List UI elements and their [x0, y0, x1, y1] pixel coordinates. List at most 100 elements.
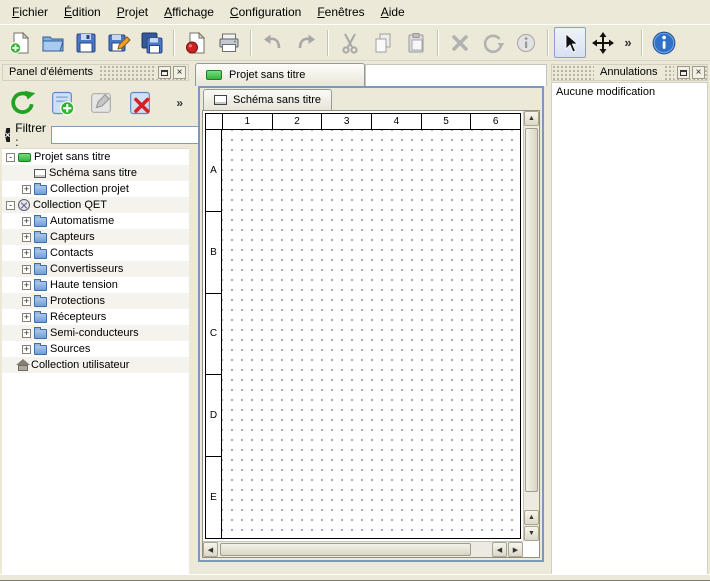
close-panel-button[interactable]: × [692, 66, 705, 79]
expander-icon[interactable]: + [22, 313, 31, 322]
expander-icon[interactable]: + [22, 217, 31, 226]
undo-button[interactable] [257, 27, 289, 58]
tab-schema-sans-titre[interactable]: Schéma sans titre [203, 89, 332, 110]
tab-projet-sans-titre[interactable]: Projet sans titre [195, 63, 365, 86]
tree-item-haute-tension[interactable]: + Haute tension [2, 277, 189, 293]
scroll-up-button[interactable]: ▲ [524, 111, 539, 126]
float-panel-button[interactable] [677, 66, 690, 79]
scroll-down-button[interactable]: ▼ [524, 526, 539, 541]
tree-item-label: Schéma sans titre [49, 167, 137, 179]
rotate-selection-button[interactable] [477, 27, 509, 58]
tree-item-contacts[interactable]: + Contacts [2, 245, 189, 261]
elements-panel-titlebar[interactable]: Panel d'éléments × [2, 64, 189, 81]
diagram-frame: 1 2 3 4 5 6 A B C D [205, 113, 521, 539]
cut-button[interactable] [334, 27, 366, 58]
schema-grid-area[interactable] [222, 130, 520, 538]
scroll-left-button[interactable]: ◀ [203, 542, 218, 557]
tree-item-label: Sources [50, 343, 90, 355]
select-mode-button[interactable] [554, 27, 586, 58]
pan-mode-button[interactable] [587, 27, 619, 58]
diagram-canvas[interactable]: 1 2 3 4 5 6 A B C D [203, 111, 523, 541]
paste-button[interactable] [400, 27, 432, 58]
save-as-button[interactable] [103, 27, 135, 58]
expander-icon[interactable]: - [6, 201, 15, 210]
tree-item-convertisseurs[interactable]: + Convertisseurs [2, 261, 189, 277]
reload-collections-button[interactable] [6, 86, 40, 120]
save-icon [74, 31, 98, 55]
tree-item-collection-utilisateur[interactable]: Collection utilisateur [2, 357, 189, 373]
close-document-button[interactable] [180, 27, 212, 58]
scroll-up-button-2[interactable]: ▲ [524, 510, 539, 525]
new-document-button[interactable] [4, 27, 36, 58]
redo-button[interactable] [290, 27, 322, 58]
tree-item-collection-projet[interactable]: + Collection projet [2, 181, 189, 197]
horizontal-scrollbar[interactable]: ◀ ◀ ▶ [203, 541, 523, 557]
undo-history-list[interactable]: Aucune modification [551, 82, 708, 575]
tree-item-label: Contacts [50, 247, 93, 259]
delete-selection-button[interactable] [444, 27, 476, 58]
expander-icon[interactable]: + [22, 185, 31, 194]
delete-element-button[interactable] [123, 86, 157, 120]
about-button[interactable] [648, 27, 680, 58]
menu-affichage[interactable]: Affichage [156, 1, 222, 23]
expander-icon[interactable]: - [6, 153, 15, 162]
schema-icon [34, 169, 46, 178]
tree-item-semi-conducteurs[interactable]: + Semi-conducteurs [2, 325, 189, 341]
menu-configuration[interactable]: Configuration [222, 1, 309, 23]
save-button[interactable] [70, 27, 102, 58]
open-project-button[interactable] [37, 27, 69, 58]
expander-icon[interactable]: + [22, 329, 31, 338]
move-icon [591, 31, 615, 55]
tree-item-label: Protections [50, 295, 105, 307]
tree-item-collection-qet[interactable]: - Collection QET [2, 197, 189, 213]
tree-item-sources[interactable]: + Sources [2, 341, 189, 357]
expander-icon[interactable]: + [22, 249, 31, 258]
column-header: 2 [272, 114, 322, 129]
expander-icon[interactable]: + [22, 345, 31, 354]
edit-element-button[interactable] [84, 86, 118, 120]
tree-item-automatisme[interactable]: + Automatisme [2, 213, 189, 229]
expander-icon[interactable]: + [22, 281, 31, 290]
vertical-scrollbar[interactable]: ▲ ▲ ▼ [523, 111, 539, 541]
save-all-button[interactable] [136, 27, 168, 58]
info-gray-icon [514, 31, 538, 55]
save-as-icon [107, 31, 131, 55]
print-button[interactable] [213, 27, 245, 58]
expander-icon[interactable]: + [22, 233, 31, 242]
menu-fichier[interactable]: Fichier [4, 1, 56, 23]
menu-aide[interactable]: Aide [373, 1, 413, 23]
float-panel-button[interactable] [158, 66, 171, 79]
menu-projet[interactable]: Projet [109, 1, 156, 23]
tree-item-label: Semi-conducteurs [50, 327, 139, 339]
close-panel-button[interactable]: × [173, 66, 186, 79]
column-header: 5 [421, 114, 471, 129]
menu-fenetres[interactable]: Fenêtres [309, 1, 372, 23]
undo-panel-titlebar[interactable]: Annulations × [551, 64, 708, 81]
diagram-view: 1 2 3 4 5 6 A B C D [202, 110, 540, 558]
tree-item-capteurs[interactable]: + Capteurs [2, 229, 189, 245]
tree-item-protections[interactable]: + Protections [2, 293, 189, 309]
tree-item-projet-sans-titre[interactable]: - Projet sans titre [2, 149, 189, 165]
menu-edition[interactable]: Édition [56, 1, 109, 23]
expander-icon[interactable]: + [22, 265, 31, 274]
scroll-left-button-2[interactable]: ◀ [492, 542, 507, 557]
selection-info-button[interactable] [510, 27, 542, 58]
new-element-button[interactable] [45, 86, 79, 120]
delete-icon [448, 31, 472, 55]
elements-panel-toolbar: » [0, 81, 191, 123]
tree-item-recepteurs[interactable]: + Récepteurs [2, 309, 189, 325]
copy-button[interactable] [367, 27, 399, 58]
qet-collection-icon [18, 199, 30, 211]
horizontal-scroll-thumb[interactable] [220, 543, 471, 556]
tree-item-schema-sans-titre[interactable]: Schéma sans titre [2, 165, 189, 181]
filter-input[interactable] [51, 126, 199, 144]
panel-overflow-chevron[interactable]: » [176, 96, 185, 110]
toolbar-overflow-button[interactable]: » [620, 27, 636, 58]
expander-icon[interactable]: + [22, 297, 31, 306]
project-tab-bar: Projet sans titre [195, 62, 547, 86]
toolbar-separator [250, 30, 252, 56]
vertical-scroll-thumb[interactable] [525, 128, 538, 492]
scroll-right-button[interactable]: ▶ [508, 542, 523, 557]
clear-filter-icon[interactable]: × [5, 128, 10, 142]
filter-label: Filtrer : [15, 121, 46, 149]
